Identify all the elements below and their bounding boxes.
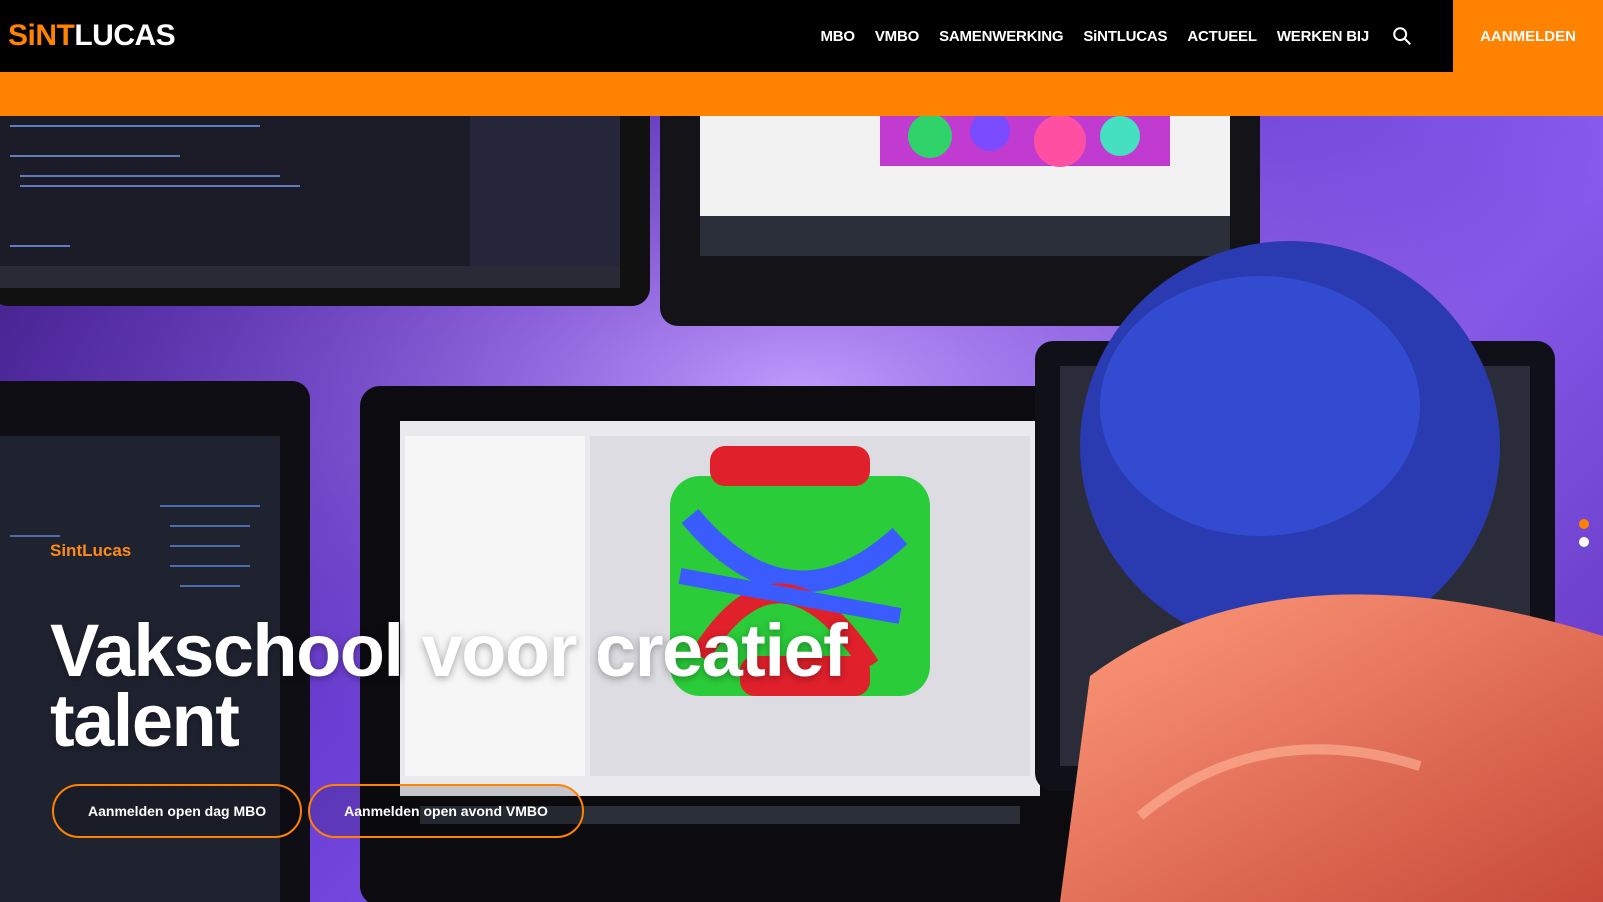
logo-sint: SiNT [8,19,75,52]
nav-item-werken-bij[interactable]: WERKEN BIJ [1277,28,1369,45]
open-day-mbo-button[interactable]: Aanmelden open dag MBO [52,784,303,838]
search-icon[interactable] [1391,25,1413,47]
site-logo[interactable]: SiNTLUCAS [8,18,176,54]
slide-dot-1[interactable] [1579,519,1589,529]
orange-banner-strip [0,72,1603,116]
main-nav: MBO VMBO SAMENWERKING SiNTLUCAS ACTUEEL … [820,0,1413,72]
hero-cta-group: Aanmelden open dag MBO Aanmelden open av… [52,784,584,838]
slider-pagination [1579,519,1589,547]
site-header: SiNTLUCAS MBO VMBO SAMENWERKING SiNTLUCA… [0,0,1603,72]
nav-item-sintlucas[interactable]: SiNTLUCAS [1083,28,1167,45]
logo-lucas: LUCAS [74,19,176,52]
nav-item-actueel[interactable]: ACTUEEL [1187,28,1257,45]
nav-item-samenwerking[interactable]: SAMENWERKING [939,28,1063,45]
nav-item-mbo[interactable]: MBO [820,28,855,45]
signup-button[interactable]: AANMELDEN [1453,0,1603,72]
slide-dot-2[interactable] [1579,537,1589,547]
screen-logo-text: SintLucas [50,541,131,560]
open-evening-vmbo-button[interactable]: Aanmelden open avond VMBO [308,784,584,838]
hero-section: SintLucas Vakschool voor creatief talent… [0,116,1603,902]
nav-item-vmbo[interactable]: VMBO [875,28,919,45]
hero-title: Vakschool voor creatief talent [50,609,848,762]
